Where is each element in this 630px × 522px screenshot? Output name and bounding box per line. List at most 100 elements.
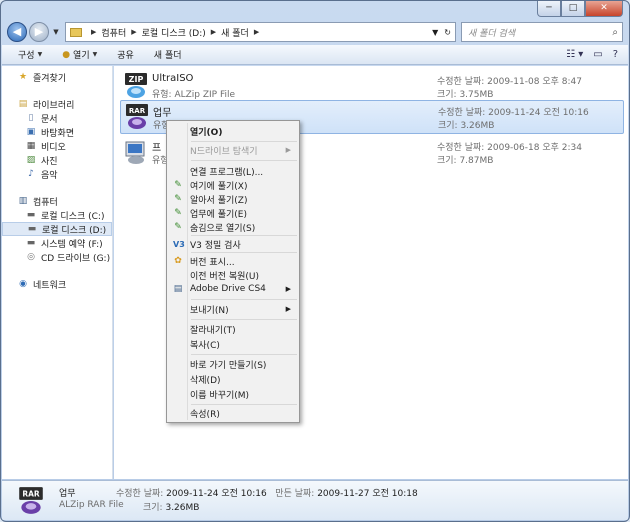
menu-label: 여기에 풀기(X) [190,181,248,192]
nav-computer[interactable]: ▥ 컴퓨터 [2,194,112,208]
file-modified: 수정한 날짜: 2009-06-18 오후 2:34 [437,143,582,153]
menu-label: 숨김으로 열기(S) [190,223,256,234]
menu-restore-previous[interactable]: 이전 버전 복원(U) [169,268,297,282]
back-button[interactable]: ◀ [7,22,27,42]
open-app-icon: ● [62,49,71,60]
search-input[interactable]: 새 폴더 검색 ⌕ [461,22,623,42]
minimize-button[interactable]: ─ [537,1,561,17]
nav-label: 네트워크 [33,280,67,291]
version-icon: ✿ [174,256,182,266]
nav-network[interactable]: ◉ 네트워크 [2,277,112,291]
menu-v3-scan[interactable]: V3 V3 정밀 검사 [169,237,297,251]
menu-properties[interactable]: 속성(R) [169,406,297,420]
breadcrumb-computer[interactable]: 컴퓨터 [101,26,126,39]
menu-extract-folder[interactable]: ✎ 업무에 풀기(E) [169,206,297,220]
recent-pages-dropdown[interactable]: ▼ [51,28,61,36]
menu-separator [191,141,297,142]
maximize-button[interactable]: □ [561,1,585,17]
view-options-icon[interactable]: ☷ ▾ [566,49,583,60]
address-field[interactable]: ▶ 컴퓨터 ▶ 로컬 디스크 (D:) ▶ 새 폴더 ▶ ▼ ↻ [65,22,456,42]
details-created: 2009-11-27 오전 10:18 [317,489,418,499]
document-icon: ▯ [28,113,34,123]
chevron-down-icon: ▼ [37,51,43,58]
v3-antivirus-icon: V3 [173,239,185,249]
menu-open-with[interactable]: 연결 프로그램(L)... [169,164,297,178]
preview-pane-icon[interactable]: ▭ [593,49,602,60]
details-modified-label: 수정한 날짜: [116,489,164,499]
svg-text:RAR: RAR [22,490,40,499]
nav-label: 문서 [41,114,58,125]
open-button[interactable]: ● 열기 ▼ [52,45,107,65]
file-name: 업무 [153,108,172,119]
organize-button[interactable]: 구성 ▼ [8,45,52,65]
adobe-drive-icon: ▤ [173,284,183,294]
share-label: 공유 [117,51,134,61]
menu-rename[interactable]: 이름 바꾸기(M) [169,387,297,401]
details-modified: 2009-11-24 오전 10:16 [166,489,267,499]
file-item-ultraiso[interactable]: ZIP UltraISO 유형: ALZip ZIP File 수정한 날짜: … [120,70,624,104]
menu-separator [191,235,297,236]
menu-n-drive[interactable]: N드라이브 탐색기 ▶ [169,143,297,157]
nav-pictures[interactable]: ▨ 사진 [2,153,112,167]
command-bar: 구성 ▼ ● 열기 ▼ 공유 새 폴더 ☷ ▾ ▭ ? [2,45,628,65]
menu-label: 보내기(N) [190,305,229,316]
details-size-label: 크기: [143,503,163,513]
nav-label: CD 드라이브 (G:) [41,253,111,264]
details-size-row: 크기: 3.26MB [143,500,199,513]
refresh-icon[interactable]: ↻ [444,28,451,37]
zip-archive-icon: ZIP [125,73,147,98]
nav-cd-drive[interactable]: ◎ CD 드라이브 (G:) [2,250,112,264]
search-icon[interactable]: ⌕ [612,27,618,38]
new-folder-button[interactable]: 새 폴더 [144,45,192,65]
nav-label: 비디오 [41,142,66,153]
search-placeholder: 새 폴더 검색 [468,28,516,39]
menu-cut[interactable]: 잘라내기(T) [169,322,297,336]
menu-label: N드라이브 탐색기 [190,146,258,157]
breadcrumb-new-folder[interactable]: 새 폴더 [221,26,249,39]
nav-libraries[interactable]: ▤ 라이브러리 [2,97,112,111]
nav-drive-d[interactable]: ▬ 로컬 디스크 (D:) [2,222,112,236]
nav-system-reserved[interactable]: ▬ 시스템 예약 (F:) [2,236,112,250]
picture-icon: ▨ [26,155,36,165]
forward-button[interactable]: ▶ [29,22,49,42]
file-modified: 수정한 날짜: 2009-11-08 오후 8:47 [437,77,582,87]
menu-version-show[interactable]: ✿ 버전 표시... [169,254,297,268]
menu-extract-here[interactable]: ✎ 여기에 풀기(X) [169,178,297,192]
address-dropdown-icon[interactable]: ▼ [432,28,438,37]
breadcrumb-drive-d[interactable]: 로컬 디스크 (D:) [142,26,206,39]
nav-documents[interactable]: ▯ 문서 [2,111,112,125]
menu-copy[interactable]: 복사(C) [169,337,297,351]
context-menu: 열기(O) N드라이브 탐색기 ▶ 연결 프로그램(L)... ✎ 여기에 풀기… [166,120,300,423]
nav-video[interactable]: ▦ 비디오 [2,139,112,153]
menu-create-shortcut[interactable]: 바로 가기 만들기(S) [169,357,297,371]
menu-separator [191,299,297,300]
nav-desktop[interactable]: ▣ 바탕화면 [2,125,112,139]
nav-favorites[interactable]: ★ 즐겨찾기 [2,70,112,84]
menu-adobe-drive[interactable]: ▤ Adobe Drive CS4 ▶ [169,282,297,296]
chevron-right-icon: ▶ [253,28,260,36]
nav-label: 음악 [41,170,58,181]
menu-extract-desktop[interactable]: ✎ 숨김으로 열기(S) [169,220,297,234]
address-bar-row: ◀ ▶ ▼ ▶ 컴퓨터 ▶ 로컬 디스크 (D:) ▶ 새 폴더 ▶ ▼ ↻ 새… [7,21,623,43]
nav-label: 컴퓨터 [33,197,58,208]
share-button[interactable]: 공유 [107,45,144,65]
menu-extract-auto[interactable]: ✎ 알아서 풀기(Z) [169,192,297,206]
menu-separator [191,252,297,253]
menu-label: 알아서 풀기(Z) [190,195,248,206]
rar-archive-icon: RAR [126,104,148,129]
nav-label: 바탕화면 [41,128,75,139]
video-icon: ▦ [26,141,36,151]
menu-label: V3 정밀 검사 [190,240,241,251]
menu-send-to[interactable]: 보내기(N) ▶ [169,302,297,316]
help-icon[interactable]: ? [613,49,618,60]
nav-music[interactable]: ♪ 음악 [2,167,112,181]
menu-open[interactable]: 열기(O) [169,124,297,138]
nav-label: 시스템 예약 (F:) [41,239,103,250]
nav-drive-c[interactable]: ▬ 로컬 디스크 (C:) [2,208,112,222]
nav-label: 사진 [41,156,58,167]
alzip-icon: ✎ [174,222,182,232]
close-button[interactable]: ✕ [585,1,623,17]
menu-delete[interactable]: 삭제(D) [169,372,297,386]
nav-label: 라이브러리 [33,100,75,111]
folder-icon [70,27,82,37]
